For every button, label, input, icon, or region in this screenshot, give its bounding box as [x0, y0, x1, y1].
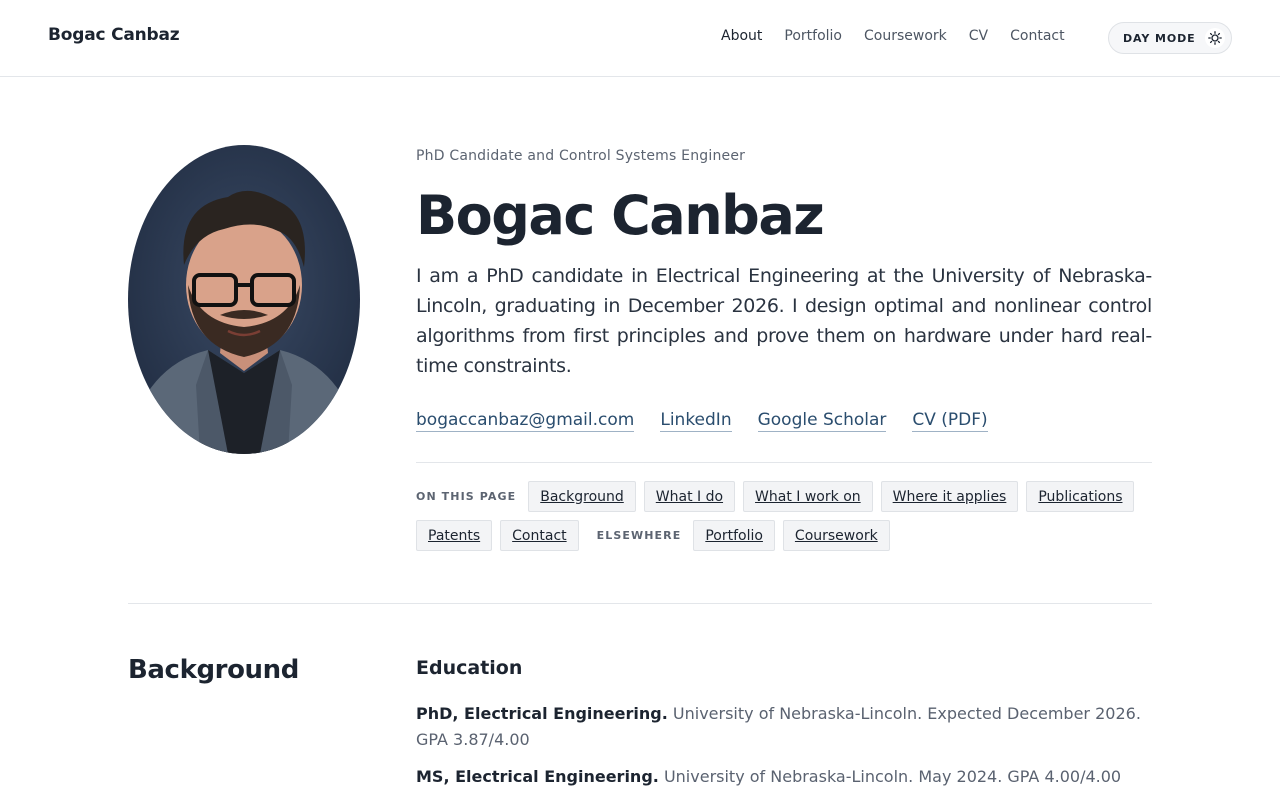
hero-eyebrow: PhD Candidate and Control Systems Engine…: [416, 148, 746, 164]
nav-coursework[interactable]: Coursework: [864, 28, 947, 48]
chip-patents[interactable]: Patents: [416, 520, 493, 551]
chip-coursework[interactable]: Coursework: [782, 520, 890, 551]
degree-detail: University of Nebraska-Lincoln. May 2024…: [663, 767, 1122, 786]
nav-about[interactable]: About: [721, 28, 762, 48]
chip-what-i-work-on[interactable]: What I work on: [743, 481, 873, 512]
cv-pdf-link[interactable]: CV (PDF): [912, 410, 988, 432]
chip-portfolio[interactable]: Portfolio: [693, 520, 775, 551]
hero-intro: I am a PhD candidate in Electrical Engin…: [416, 265, 1152, 377]
degree-name: MS, Electrical Engineering.: [416, 767, 659, 786]
nav-cv[interactable]: CV: [969, 28, 988, 48]
education-item: MS, Electrical Engineering. University o…: [416, 764, 1152, 790]
sun-icon: [1205, 28, 1225, 48]
nav-contact[interactable]: Contact: [1010, 28, 1064, 48]
on-this-page-nav: ON THIS PAGE Background What I do What I…: [416, 481, 1135, 512]
elsewhere-label: ELSEWHERE: [596, 529, 682, 542]
linkedin-link[interactable]: LinkedIn: [660, 410, 732, 432]
site-header: Bogac Canbaz About Portfolio Coursework …: [0, 0, 1280, 77]
on-this-page-label: ON THIS PAGE: [416, 490, 517, 503]
mode-toggle-label: DAY MODE: [1123, 31, 1196, 45]
section-title-background: Background: [128, 655, 299, 685]
site-brand[interactable]: Bogac Canbaz: [48, 25, 180, 45]
email-link[interactable]: bogaccanbaz@gmail.com: [416, 410, 635, 432]
main-nav: About Portfolio Coursework CV Contact: [721, 28, 1065, 48]
education-heading: Education: [416, 657, 523, 679]
chip-row-second: Patents Contact ELSEWHERE Portfolio Cour…: [416, 520, 890, 551]
divider: [416, 462, 1152, 463]
contact-links: bogaccanbaz@gmail.com LinkedIn Google Sc…: [416, 410, 988, 432]
chip-where-it-applies[interactable]: Where it applies: [880, 481, 1019, 512]
education-item: PhD, Electrical Engineering. University …: [416, 701, 1152, 753]
section-divider: [128, 603, 1152, 604]
chip-contact[interactable]: Contact: [500, 520, 579, 551]
day-mode-toggle[interactable]: DAY MODE: [1108, 22, 1232, 54]
nav-portfolio[interactable]: Portfolio: [784, 28, 842, 48]
page-title: Bogac Canbaz: [416, 184, 825, 247]
chip-publications[interactable]: Publications: [1026, 481, 1135, 512]
chip-what-i-do[interactable]: What I do: [643, 481, 736, 512]
chip-background[interactable]: Background: [528, 481, 636, 512]
profile-photo: [128, 145, 360, 454]
degree-name: PhD, Electrical Engineering.: [416, 704, 668, 723]
google-scholar-link[interactable]: Google Scholar: [757, 410, 887, 432]
